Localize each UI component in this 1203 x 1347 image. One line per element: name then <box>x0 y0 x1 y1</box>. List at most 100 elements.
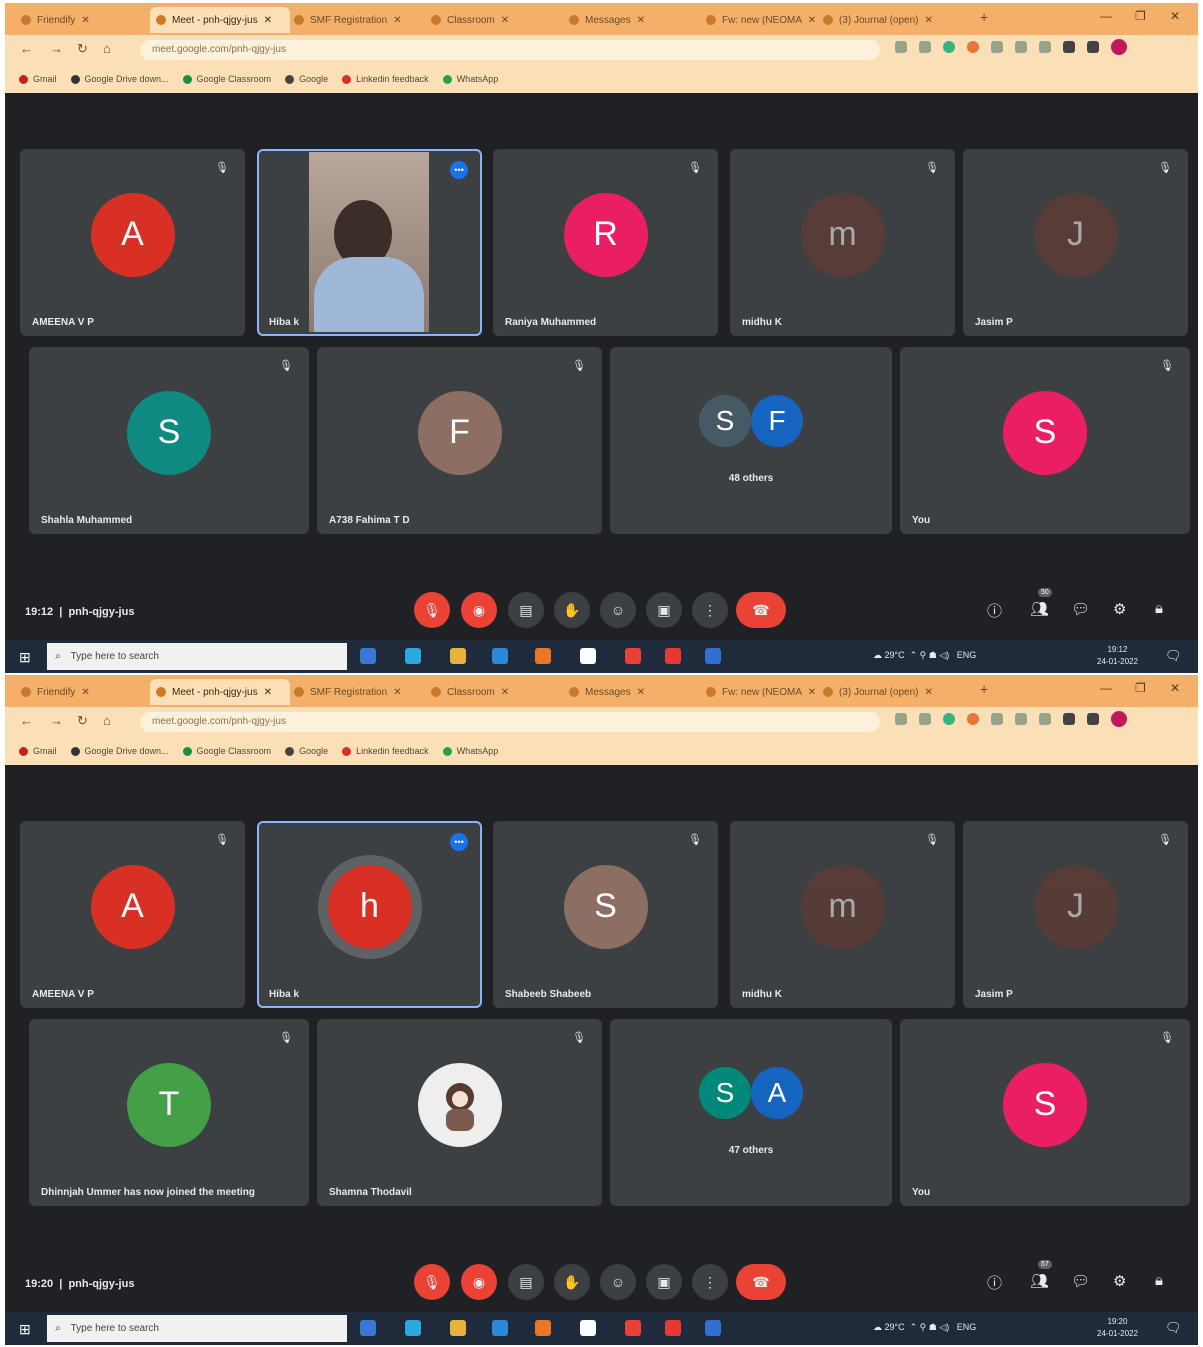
extension-icon[interactable] <box>1111 39 1127 55</box>
bookmark-item[interactable]: Google Drive down... <box>70 74 169 84</box>
close-tab-icon[interactable]: ✕ <box>501 15 509 26</box>
restore-icon[interactable]: ❐ <box>1135 681 1146 695</box>
raise-hand-button[interactable]: ✋ <box>554 592 590 628</box>
chat-icon[interactable]: 💬︎ <box>1071 1272 1090 1290</box>
forward-icon[interactable]: → <box>50 41 63 56</box>
taskbar-app-icon[interactable] <box>450 648 466 664</box>
participant-tile[interactable]: ••• h Hiba k <box>257 821 482 1008</box>
more-options-button[interactable]: ⋮ <box>692 592 728 628</box>
browser-tab[interactable]: SMF Registration ✕ <box>288 7 428 33</box>
reload-icon[interactable]: ↻ <box>77 41 88 57</box>
extension-icon[interactable] <box>943 713 955 725</box>
participant-tile[interactable]: S F 48 others <box>610 347 892 534</box>
leave-call-button[interactable]: ☎ <box>736 1264 786 1300</box>
chat-icon[interactable]: 💬︎ <box>1071 600 1090 618</box>
close-tab-icon[interactable]: ✕ <box>81 687 89 698</box>
close-tab-icon[interactable]: ✕ <box>393 15 401 26</box>
home-icon[interactable]: ⌂ <box>103 713 111 728</box>
participant-tile[interactable]: 🎙︎ m midhu K <box>730 821 955 1008</box>
browser-tab[interactable]: Meet - pnh-qjgy-jus ✕ <box>150 679 290 705</box>
back-icon[interactable]: ← <box>20 41 33 56</box>
minimize-icon[interactable]: — <box>1100 9 1112 23</box>
bookmark-item[interactable]: Gmail <box>19 74 57 84</box>
mic-toggle-button[interactable]: 🎙︎ <box>414 592 450 628</box>
participant-tile[interactable]: 🎙︎ S Shabeeb Shabeeb <box>493 821 718 1008</box>
bookmark-item[interactable]: Google Classroom <box>182 746 271 756</box>
taskbar-app-icon[interactable] <box>705 1320 721 1336</box>
meeting-details-icon[interactable]: ⓘ <box>987 600 1002 621</box>
bookmark-item[interactable]: Google Classroom <box>182 74 271 84</box>
taskbar-app-icon[interactable] <box>535 648 551 664</box>
participant-tile[interactable]: 🎙︎ R Raniya Muhammed <box>493 149 718 336</box>
browser-tab[interactable]: SMF Registration ✕ <box>288 679 428 705</box>
back-icon[interactable]: ← <box>20 713 33 728</box>
new-tab-icon[interactable]: + <box>980 9 988 25</box>
extension-icon[interactable] <box>991 41 1003 53</box>
mic-toggle-button[interactable]: 🎙︎ <box>414 1264 450 1300</box>
taskbar-app-icon[interactable] <box>492 1320 508 1336</box>
extension-icon[interactable] <box>919 713 931 725</box>
participant-tile[interactable]: 🎙︎ S Shahla Muhammed <box>29 347 309 534</box>
taskbar-app-icon[interactable] <box>405 648 421 664</box>
participant-tile[interactable]: 🎙︎ F A738 Fahima T D <box>317 347 602 534</box>
participant-tile[interactable]: 🎙︎ T Dhinnjah Ummer has now joined the mee… <box>29 1019 309 1206</box>
bookmark-item[interactable]: Google <box>285 746 328 756</box>
close-window-icon[interactable]: ✕ <box>1170 681 1180 695</box>
address-input[interactable]: meet.google.com/pnh-qjgy-jus <box>140 712 880 732</box>
participant-tile[interactable]: S A 47 others <box>610 1019 892 1206</box>
taskbar-app-icon[interactable] <box>360 648 376 664</box>
participant-tile[interactable]: 🎙︎ J Jasim P <box>963 821 1188 1008</box>
camera-toggle-button[interactable]: ◉ <box>461 1264 497 1300</box>
taskbar-app-icon[interactable] <box>625 648 641 664</box>
close-tab-icon[interactable]: ✕ <box>808 687 816 698</box>
leave-call-button[interactable]: ☎ <box>736 592 786 628</box>
close-tab-icon[interactable]: ✕ <box>637 687 645 698</box>
browser-tab[interactable]: (3) Journal (open) ✕ <box>817 679 979 705</box>
browser-tab[interactable]: (3) Journal (open) ✕ <box>817 7 979 33</box>
bookmark-item[interactable]: Linkedin feedback <box>342 746 429 756</box>
extension-icon[interactable] <box>1039 713 1051 725</box>
taskbar-search-input[interactable]: ⌕ Type here to search <box>47 1315 347 1342</box>
taskbar-search-input[interactable]: ⌕ Type here to search <box>47 643 347 670</box>
bookmark-item[interactable]: WhatsApp <box>442 74 498 84</box>
minimize-icon[interactable]: — <box>1100 681 1112 695</box>
taskbar-app-icon[interactable] <box>665 648 681 664</box>
close-window-icon[interactable]: ✕ <box>1170 9 1180 23</box>
participant-tile[interactable]: 🎙︎ J Jasim P <box>963 149 1188 336</box>
home-icon[interactable]: ⌂ <box>103 41 111 56</box>
taskbar-clock[interactable]: 19:20 24-01-2022 <box>1097 1316 1138 1340</box>
activities-icon[interactable]: ⚙︎ <box>1113 600 1126 618</box>
people-icon[interactable]: 👥︎ <box>1030 600 1049 618</box>
participant-tile[interactable]: ••• Hiba k <box>257 149 482 336</box>
browser-tab[interactable]: Meet - pnh-qjgy-jus ✕ <box>150 7 290 33</box>
taskbar-app-icon[interactable] <box>492 648 508 664</box>
extension-icon[interactable] <box>967 41 979 53</box>
participant-tile[interactable]: 🎙︎ S You <box>900 347 1190 534</box>
bookmark-item[interactable]: Gmail <box>19 746 57 756</box>
emoji-button[interactable]: ☺ <box>600 1264 636 1300</box>
participant-tile[interactable]: 🎙︎ A AMEENA V P <box>20 149 245 336</box>
extension-icon[interactable] <box>1063 713 1075 725</box>
bookmark-item[interactable]: Google <box>285 74 328 84</box>
browser-tab[interactable]: Friendify ✕ <box>15 679 152 705</box>
new-tab-icon[interactable]: + <box>980 681 988 697</box>
extension-icon[interactable] <box>1111 711 1127 727</box>
reload-icon[interactable]: ↻ <box>77 713 88 729</box>
participant-tile[interactable]: 🎙︎ m midhu K <box>730 149 955 336</box>
extension-icon[interactable] <box>1063 41 1075 53</box>
address-input[interactable]: meet.google.com/pnh-qjgy-jus <box>140 40 880 60</box>
taskbar-clock[interactable]: 19:12 24-01-2022 <box>1097 644 1138 668</box>
participant-tile[interactable]: 🎙︎ S You <box>900 1019 1190 1206</box>
taskbar-app-icon[interactable] <box>625 1320 641 1336</box>
taskbar-app-icon[interactable] <box>405 1320 421 1336</box>
browser-tab[interactable]: Fw: new (NEOMA) ✕ <box>700 7 822 33</box>
meeting-details-icon[interactable]: ⓘ <box>987 1272 1002 1293</box>
activities-icon[interactable]: ⚙︎ <box>1113 1272 1126 1290</box>
notifications-icon[interactable]: 🗨︎ <box>1165 1320 1182 1336</box>
extension-icon[interactable] <box>991 713 1003 725</box>
extension-icon[interactable] <box>1015 713 1027 725</box>
extension-icon[interactable] <box>943 41 955 53</box>
participant-tile[interactable]: 🎙︎ A AMEENA V P <box>20 821 245 1008</box>
taskbar-app-icon[interactable] <box>705 648 721 664</box>
raise-hand-button[interactable]: ✋ <box>554 1264 590 1300</box>
